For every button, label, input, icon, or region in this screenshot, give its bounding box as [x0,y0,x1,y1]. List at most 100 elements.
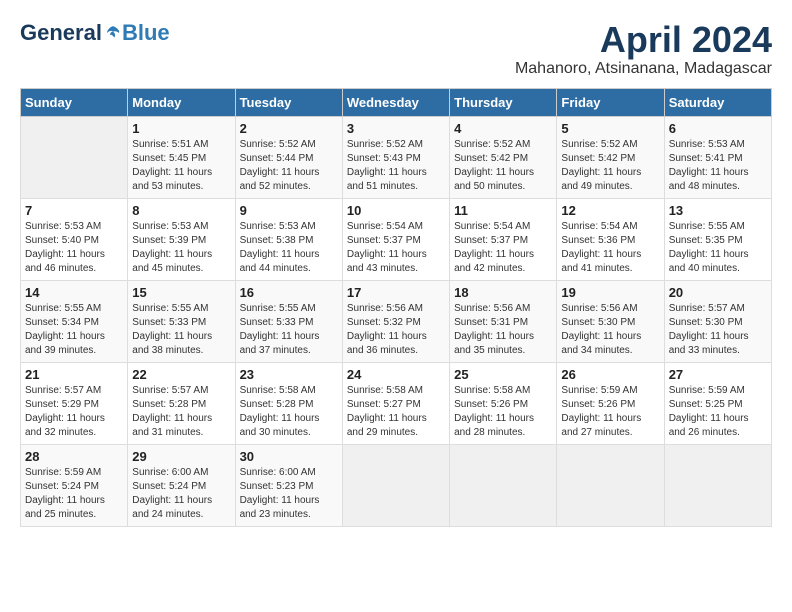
logo-bird-icon [104,24,122,42]
day-info: Sunrise: 5:52 AM Sunset: 5:42 PM Dayligh… [561,138,659,194]
calendar-cell: 30 Sunrise: 6:00 AM Sunset: 5:23 PM Dayl… [235,444,342,526]
logo: General Blue [20,20,170,46]
day-number: 2 [240,121,338,136]
calendar-cell: 29 Sunrise: 6:00 AM Sunset: 5:24 PM Dayl… [128,444,235,526]
calendar-cell: 10 Sunrise: 5:54 AM Sunset: 5:37 PM Dayl… [342,198,449,280]
calendar-cell [21,116,128,198]
calendar-cell: 9 Sunrise: 5:53 AM Sunset: 5:38 PM Dayli… [235,198,342,280]
calendar-cell: 23 Sunrise: 5:58 AM Sunset: 5:28 PM Dayl… [235,362,342,444]
calendar-week-row: 1 Sunrise: 5:51 AM Sunset: 5:45 PM Dayli… [21,116,772,198]
calendar-week-row: 21 Sunrise: 5:57 AM Sunset: 5:29 PM Dayl… [21,362,772,444]
calendar-cell: 11 Sunrise: 5:54 AM Sunset: 5:37 PM Dayl… [450,198,557,280]
page-header: General Blue April 2024 Mahanoro, Atsina… [20,20,772,78]
calendar-cell: 18 Sunrise: 5:56 AM Sunset: 5:31 PM Dayl… [450,280,557,362]
day-info: Sunrise: 5:57 AM Sunset: 5:29 PM Dayligh… [25,384,123,440]
day-info: Sunrise: 5:54 AM Sunset: 5:36 PM Dayligh… [561,220,659,276]
day-number: 1 [132,121,230,136]
day-info: Sunrise: 5:54 AM Sunset: 5:37 PM Dayligh… [347,220,445,276]
calendar-cell: 24 Sunrise: 5:58 AM Sunset: 5:27 PM Dayl… [342,362,449,444]
day-info: Sunrise: 5:51 AM Sunset: 5:45 PM Dayligh… [132,138,230,194]
day-number: 27 [669,367,767,382]
day-number: 9 [240,203,338,218]
calendar-cell: 8 Sunrise: 5:53 AM Sunset: 5:39 PM Dayli… [128,198,235,280]
day-info: Sunrise: 5:55 AM Sunset: 5:33 PM Dayligh… [240,302,338,358]
day-number: 10 [347,203,445,218]
day-info: Sunrise: 5:58 AM Sunset: 5:27 PM Dayligh… [347,384,445,440]
day-info: Sunrise: 5:52 AM Sunset: 5:42 PM Dayligh… [454,138,552,194]
calendar-cell: 12 Sunrise: 5:54 AM Sunset: 5:36 PM Dayl… [557,198,664,280]
day-info: Sunrise: 5:56 AM Sunset: 5:30 PM Dayligh… [561,302,659,358]
calendar-body: 1 Sunrise: 5:51 AM Sunset: 5:45 PM Dayli… [21,116,772,526]
calendar-cell: 6 Sunrise: 5:53 AM Sunset: 5:41 PM Dayli… [664,116,771,198]
calendar-cell: 15 Sunrise: 5:55 AM Sunset: 5:33 PM Dayl… [128,280,235,362]
day-number: 14 [25,285,123,300]
day-info: Sunrise: 5:55 AM Sunset: 5:35 PM Dayligh… [669,220,767,276]
calendar-cell: 13 Sunrise: 5:55 AM Sunset: 5:35 PM Dayl… [664,198,771,280]
day-info: Sunrise: 5:53 AM Sunset: 5:39 PM Dayligh… [132,220,230,276]
day-info: Sunrise: 5:52 AM Sunset: 5:43 PM Dayligh… [347,138,445,194]
header-saturday: Saturday [664,88,771,116]
day-number: 17 [347,285,445,300]
day-info: Sunrise: 5:54 AM Sunset: 5:37 PM Dayligh… [454,220,552,276]
calendar-cell: 2 Sunrise: 5:52 AM Sunset: 5:44 PM Dayli… [235,116,342,198]
day-info: Sunrise: 5:57 AM Sunset: 5:30 PM Dayligh… [669,302,767,358]
calendar-week-row: 14 Sunrise: 5:55 AM Sunset: 5:34 PM Dayl… [21,280,772,362]
day-number: 6 [669,121,767,136]
day-number: 5 [561,121,659,136]
day-number: 11 [454,203,552,218]
calendar-cell: 19 Sunrise: 5:56 AM Sunset: 5:30 PM Dayl… [557,280,664,362]
calendar-cell: 26 Sunrise: 5:59 AM Sunset: 5:26 PM Dayl… [557,362,664,444]
day-number: 4 [454,121,552,136]
day-number: 21 [25,367,123,382]
day-number: 12 [561,203,659,218]
day-info: Sunrise: 6:00 AM Sunset: 5:24 PM Dayligh… [132,466,230,522]
calendar-cell: 3 Sunrise: 5:52 AM Sunset: 5:43 PM Dayli… [342,116,449,198]
calendar-cell [342,444,449,526]
day-info: Sunrise: 5:59 AM Sunset: 5:25 PM Dayligh… [669,384,767,440]
calendar-week-row: 7 Sunrise: 5:53 AM Sunset: 5:40 PM Dayli… [21,198,772,280]
day-info: Sunrise: 5:57 AM Sunset: 5:28 PM Dayligh… [132,384,230,440]
calendar-cell: 20 Sunrise: 5:57 AM Sunset: 5:30 PM Dayl… [664,280,771,362]
location-subtitle: Mahanoro, Atsinanana, Madagascar [515,60,772,78]
day-number: 7 [25,203,123,218]
day-info: Sunrise: 5:58 AM Sunset: 5:28 PM Dayligh… [240,384,338,440]
day-info: Sunrise: 5:59 AM Sunset: 5:26 PM Dayligh… [561,384,659,440]
header-sunday: Sunday [21,88,128,116]
day-number: 29 [132,449,230,464]
month-year-title: April 2024 [515,20,772,60]
day-info: Sunrise: 5:53 AM Sunset: 5:41 PM Dayligh… [669,138,767,194]
day-number: 15 [132,285,230,300]
header-monday: Monday [128,88,235,116]
calendar-cell: 17 Sunrise: 5:56 AM Sunset: 5:32 PM Dayl… [342,280,449,362]
calendar-table: Sunday Monday Tuesday Wednesday Thursday… [20,88,772,527]
header-tuesday: Tuesday [235,88,342,116]
calendar-cell [557,444,664,526]
day-number: 18 [454,285,552,300]
header-wednesday: Wednesday [342,88,449,116]
calendar-cell: 25 Sunrise: 5:58 AM Sunset: 5:26 PM Dayl… [450,362,557,444]
day-info: Sunrise: 5:52 AM Sunset: 5:44 PM Dayligh… [240,138,338,194]
day-number: 19 [561,285,659,300]
header-thursday: Thursday [450,88,557,116]
calendar-cell: 4 Sunrise: 5:52 AM Sunset: 5:42 PM Dayli… [450,116,557,198]
day-number: 13 [669,203,767,218]
calendar-week-row: 28 Sunrise: 5:59 AM Sunset: 5:24 PM Dayl… [21,444,772,526]
day-number: 24 [347,367,445,382]
day-info: Sunrise: 5:53 AM Sunset: 5:38 PM Dayligh… [240,220,338,276]
calendar-cell [450,444,557,526]
day-info: Sunrise: 5:59 AM Sunset: 5:24 PM Dayligh… [25,466,123,522]
day-number: 25 [454,367,552,382]
day-number: 30 [240,449,338,464]
calendar-cell [664,444,771,526]
calendar-cell: 21 Sunrise: 5:57 AM Sunset: 5:29 PM Dayl… [21,362,128,444]
calendar-cell: 5 Sunrise: 5:52 AM Sunset: 5:42 PM Dayli… [557,116,664,198]
day-number: 22 [132,367,230,382]
day-info: Sunrise: 6:00 AM Sunset: 5:23 PM Dayligh… [240,466,338,522]
day-number: 28 [25,449,123,464]
calendar-cell: 16 Sunrise: 5:55 AM Sunset: 5:33 PM Dayl… [235,280,342,362]
calendar-cell: 28 Sunrise: 5:59 AM Sunset: 5:24 PM Dayl… [21,444,128,526]
calendar-cell: 7 Sunrise: 5:53 AM Sunset: 5:40 PM Dayli… [21,198,128,280]
day-info: Sunrise: 5:56 AM Sunset: 5:31 PM Dayligh… [454,302,552,358]
day-number: 26 [561,367,659,382]
header-row: Sunday Monday Tuesday Wednesday Thursday… [21,88,772,116]
